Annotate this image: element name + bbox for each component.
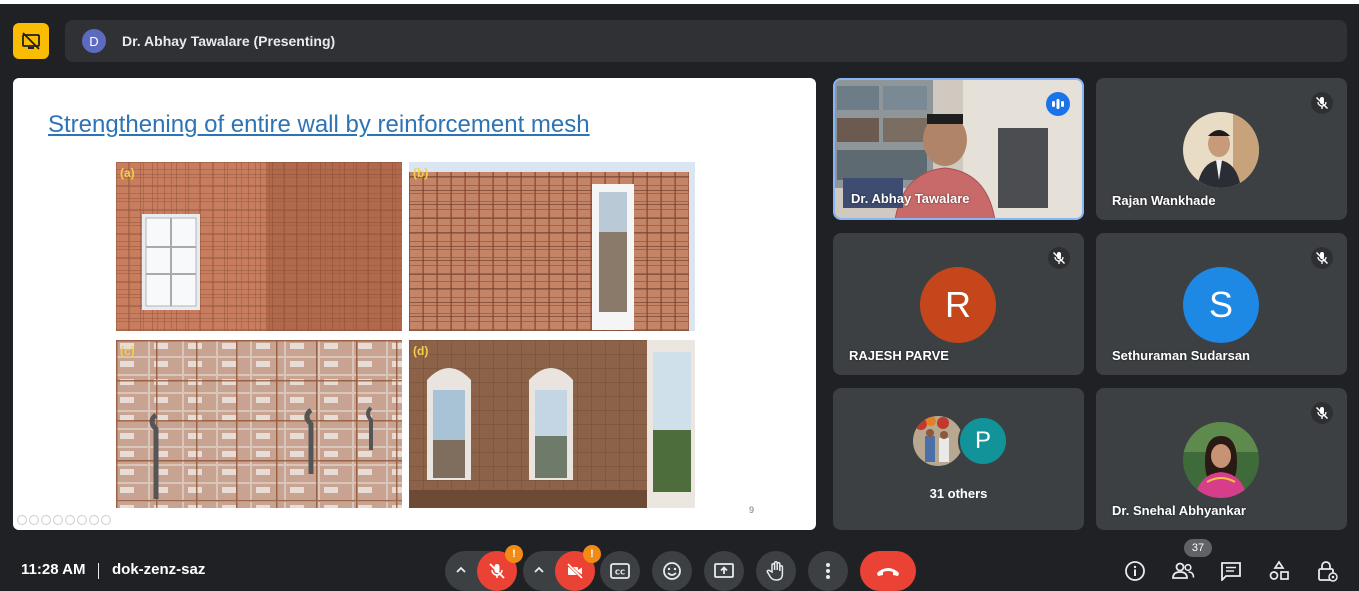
slide-control-dot[interactable] bbox=[101, 515, 111, 525]
camera-toggle-button[interactable]: ! bbox=[555, 545, 601, 591]
participant-tile-presenter[interactable]: Dr. Abhay Tawalare bbox=[833, 78, 1084, 220]
photo-label-b: (b) bbox=[413, 166, 429, 180]
captions-icon: CC bbox=[610, 563, 630, 579]
top-strip bbox=[0, 0, 1359, 4]
group-avatar-photo bbox=[913, 416, 963, 466]
mic-off-icon bbox=[1311, 247, 1333, 269]
call-end-icon bbox=[877, 568, 899, 576]
slide-page-number: 9 bbox=[749, 505, 755, 515]
photo-label-d: (d) bbox=[413, 344, 429, 358]
present-now-button[interactable] bbox=[704, 551, 744, 591]
more-options-button[interactable] bbox=[808, 551, 848, 591]
slide-control-dot[interactable] bbox=[17, 515, 27, 525]
participant-avatar bbox=[1183, 112, 1259, 188]
footer-separator bbox=[98, 563, 99, 579]
activities-button[interactable] bbox=[1265, 557, 1293, 585]
photo-c: (c) bbox=[116, 340, 402, 508]
photo-d: (d) bbox=[409, 340, 695, 508]
captions-button[interactable]: CC bbox=[600, 551, 640, 591]
host-controls-button[interactable] bbox=[1313, 557, 1341, 585]
participant-tile-others[interactable]: P 31 others bbox=[833, 388, 1084, 530]
participant-tile-snehal[interactable]: Dr. Snehal Abhyankar bbox=[1096, 388, 1347, 530]
photo-a: (a) bbox=[116, 162, 402, 331]
mic-off-icon bbox=[1048, 247, 1070, 269]
meeting-clock: 11:28 AM bbox=[21, 561, 86, 578]
mic-off-icon bbox=[1311, 402, 1333, 424]
host-controls-icon bbox=[1318, 561, 1338, 582]
camera-control[interactable]: ! bbox=[523, 545, 601, 591]
presenter-name: Dr. Abhay Tawalare (Presenting) bbox=[122, 33, 336, 49]
group-avatar-initial: P bbox=[958, 416, 1008, 466]
slide-control-dot[interactable] bbox=[53, 515, 63, 525]
participant-name: RAJESH PARVE bbox=[849, 348, 949, 363]
participant-avatar: R bbox=[920, 267, 996, 343]
slide-control-dot[interactable] bbox=[29, 515, 39, 525]
raise-hand-icon bbox=[766, 561, 784, 581]
participant-avatar: S bbox=[1183, 267, 1259, 343]
participant-avatar bbox=[1183, 422, 1259, 498]
leave-call-button[interactable] bbox=[860, 551, 916, 591]
meet-window: D Dr. Abhay Tawalare (Presenting) Streng… bbox=[0, 0, 1359, 591]
speaking-indicator-icon bbox=[1046, 92, 1070, 116]
slide-control-dot[interactable] bbox=[41, 515, 51, 525]
chevron-up-icon[interactable] bbox=[454, 563, 468, 577]
people-button[interactable] bbox=[1169, 557, 1197, 585]
activities-icon bbox=[1269, 560, 1289, 580]
mic-toggle-button[interactable]: ! bbox=[477, 545, 523, 591]
participant-tile-rajesh[interactable]: R RAJESH PARVE bbox=[833, 233, 1084, 375]
more-vert-icon bbox=[826, 563, 830, 579]
meeting-details-button[interactable] bbox=[1121, 557, 1149, 585]
shared-slide: Strengthening of entire wall by reinforc… bbox=[13, 78, 816, 530]
meeting-code: dok-zenz-saz bbox=[112, 561, 206, 578]
participant-tile-sethuraman[interactable]: S Sethuraman Sudarsan bbox=[1096, 233, 1347, 375]
slide-control-dot[interactable] bbox=[89, 515, 99, 525]
mic-off-icon bbox=[1311, 92, 1333, 114]
people-count-badge: 37 bbox=[1184, 539, 1212, 557]
photo-b: (b) bbox=[409, 162, 695, 331]
slide-control-dot[interactable] bbox=[77, 515, 87, 525]
participant-name: Rajan Wankhade bbox=[1112, 193, 1216, 208]
chat-button[interactable] bbox=[1217, 557, 1245, 585]
participant-name: Sethuraman Sudarsan bbox=[1112, 348, 1250, 363]
photo-label-a: (a) bbox=[120, 166, 135, 180]
slide-title: Strengthening of entire wall by reinforc… bbox=[48, 111, 590, 138]
chat-icon bbox=[1221, 562, 1241, 581]
participant-name: 31 others bbox=[929, 486, 988, 501]
emoji-icon bbox=[663, 562, 681, 580]
camera-off-icon bbox=[566, 562, 584, 580]
present-off-icon[interactable] bbox=[13, 23, 49, 59]
participant-name: Dr. Snehal Abhyankar bbox=[1112, 503, 1246, 518]
raise-hand-button[interactable] bbox=[756, 551, 796, 591]
camera-warning-badge: ! bbox=[583, 545, 601, 563]
slide-control-dot[interactable] bbox=[65, 515, 75, 525]
participant-name: Dr. Abhay Tawalare bbox=[851, 191, 970, 206]
info-icon bbox=[1125, 561, 1145, 581]
photo-label-c: (c) bbox=[120, 344, 135, 358]
slide-nav-controls[interactable] bbox=[17, 515, 111, 525]
mic-control[interactable]: ! bbox=[445, 545, 523, 591]
svg-text:CC: CC bbox=[615, 569, 625, 577]
mic-off-icon bbox=[489, 563, 505, 579]
presenter-bar[interactable]: D Dr. Abhay Tawalare (Presenting) bbox=[65, 20, 1347, 62]
people-icon bbox=[1172, 562, 1195, 579]
chevron-up-icon[interactable] bbox=[532, 563, 546, 577]
mic-warning-badge: ! bbox=[505, 545, 523, 563]
participant-tile-rajan[interactable]: Rajan Wankhade bbox=[1096, 78, 1347, 220]
presenter-avatar: D bbox=[82, 29, 106, 53]
emoji-button[interactable] bbox=[652, 551, 692, 591]
present-screen-icon bbox=[714, 563, 734, 578]
